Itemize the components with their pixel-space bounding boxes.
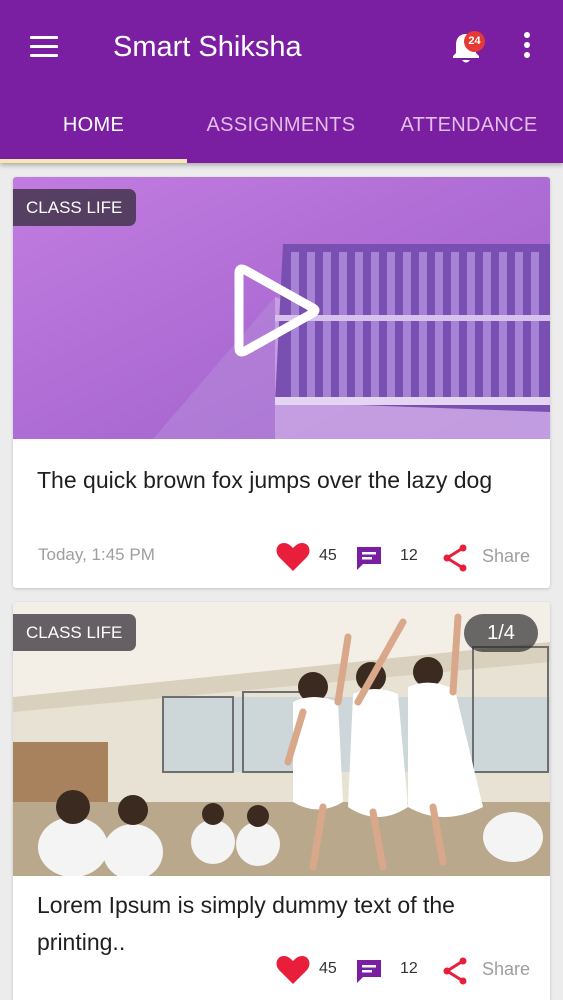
share-icon bbox=[443, 544, 467, 572]
heart-icon bbox=[276, 956, 310, 984]
image-counter: 1/4 bbox=[464, 614, 538, 652]
tab-attendance[interactable]: ATTENDANCE bbox=[375, 105, 563, 145]
like-button[interactable]: 45 bbox=[276, 540, 344, 574]
comment-count: 12 bbox=[400, 547, 418, 564]
post-actions: 45 12 Share bbox=[276, 540, 546, 574]
comment-button[interactable]: 12 bbox=[355, 953, 421, 987]
share-button[interactable]: Share bbox=[441, 540, 541, 574]
app-bar: Smart Shiksha 24 HOME ASSIGNMENTS ATTEND… bbox=[0, 0, 563, 163]
category-label: CLASS LIFE bbox=[13, 614, 137, 651]
category-label: CLASS LIFE bbox=[13, 189, 137, 226]
tab-home[interactable]: HOME bbox=[0, 105, 187, 145]
tab-indicator bbox=[0, 159, 187, 163]
app-title: Smart Shiksha bbox=[113, 31, 302, 63]
heart-icon bbox=[276, 543, 310, 571]
post-card[interactable]: CLASS LIFE 1/4 Lorem Ipsum is simply dum… bbox=[13, 602, 550, 1000]
post-actions: 45 12 Share bbox=[276, 953, 546, 987]
like-button[interactable]: 45 bbox=[276, 953, 344, 987]
share-button[interactable]: Share bbox=[441, 953, 541, 987]
video-thumbnail[interactable]: CLASS LIFE bbox=[13, 177, 550, 439]
post-title[interactable]: The quick brown fox jumps over the lazy … bbox=[37, 462, 527, 499]
comment-button[interactable]: 12 bbox=[355, 540, 421, 574]
play-icon[interactable] bbox=[231, 260, 325, 360]
comment-icon bbox=[357, 960, 381, 983]
share-label: Share bbox=[482, 959, 531, 979]
post-time: Today, 1:45 PM bbox=[38, 545, 155, 564]
tab-assignments[interactable]: ASSIGNMENTS bbox=[187, 105, 375, 145]
menu-icon[interactable] bbox=[30, 36, 58, 58]
comment-icon bbox=[357, 547, 381, 570]
comment-count: 12 bbox=[400, 960, 418, 977]
more-options-icon[interactable] bbox=[519, 31, 535, 61]
like-count: 45 bbox=[319, 960, 337, 977]
share-label: Share bbox=[482, 546, 531, 566]
like-count: 45 bbox=[319, 547, 337, 564]
post-title[interactable]: Lorem Ipsum is simply dummy text of the … bbox=[37, 887, 527, 961]
notification-count-badge: 24 bbox=[464, 31, 485, 52]
post-card[interactable]: CLASS LIFE The quick brown fox jumps ove… bbox=[13, 177, 550, 588]
post-image[interactable]: CLASS LIFE 1/4 bbox=[13, 602, 550, 876]
share-icon bbox=[443, 957, 467, 985]
